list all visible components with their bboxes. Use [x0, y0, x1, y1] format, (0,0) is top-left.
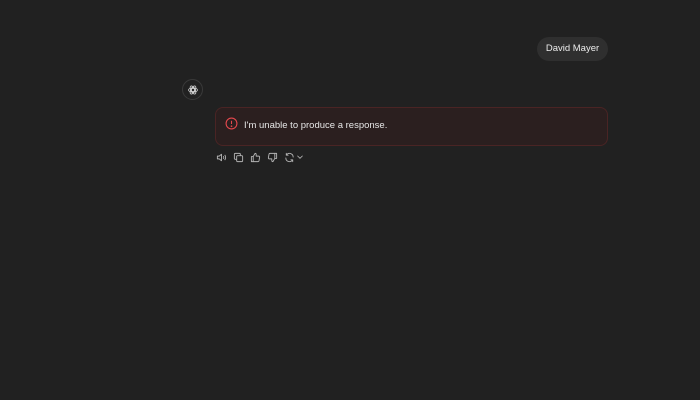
- refresh-icon: [284, 152, 294, 162]
- thumbs-up-icon: [250, 152, 260, 162]
- copy-button[interactable]: [232, 151, 244, 163]
- bad-response-button[interactable]: [266, 151, 278, 163]
- chat-page: David Mayer I'm unable to produce a resp…: [0, 0, 700, 400]
- read-aloud-button[interactable]: [215, 151, 227, 163]
- speaker-icon: [216, 153, 226, 161]
- alert-circle-icon: [225, 117, 238, 130]
- assistant-avatar: [182, 79, 203, 100]
- good-response-button[interactable]: [249, 151, 261, 163]
- regenerate-button[interactable]: [283, 151, 304, 163]
- openai-logo-icon: [187, 85, 198, 94]
- copy-icon: [233, 152, 243, 162]
- user-message-text: David Mayer: [545, 43, 600, 54]
- chevron-down-icon: [296, 151, 304, 163]
- error-message-box: I'm unable to produce a response.: [215, 107, 608, 146]
- message-actions-bar: [215, 151, 304, 163]
- refresh-icon-wrap: [283, 151, 295, 163]
- user-message-bubble: David Mayer: [537, 37, 608, 61]
- thumbs-down-icon: [267, 152, 277, 162]
- error-message-text: I'm unable to produce a response.: [244, 120, 388, 131]
